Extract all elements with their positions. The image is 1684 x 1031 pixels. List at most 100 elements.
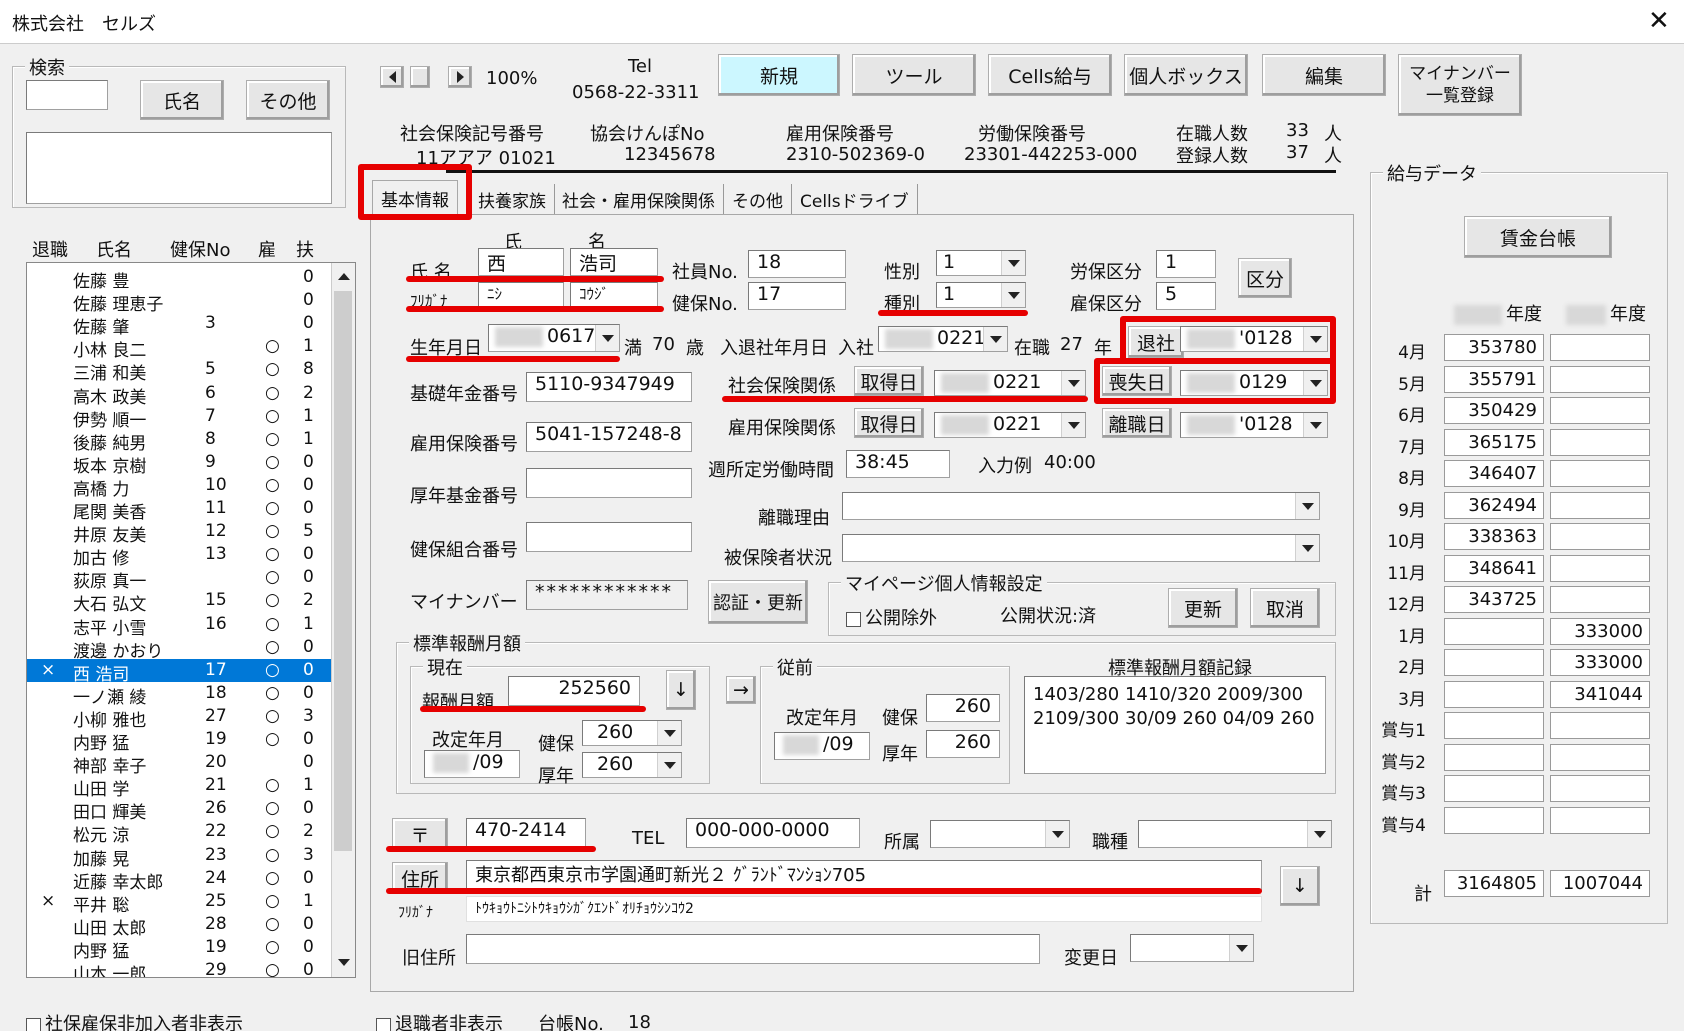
sex-select[interactable]: 1 bbox=[936, 250, 1026, 276]
list-item[interactable]: × 平井 聡 25 ○ 1 bbox=[27, 890, 333, 916]
salary-cell-b[interactable] bbox=[1550, 806, 1650, 834]
salary-cell-b[interactable] bbox=[1550, 743, 1650, 771]
list-item[interactable]: 佐藤 理恵子 0 bbox=[27, 289, 333, 315]
ei-no-field[interactable]: 5041-157248-8 bbox=[526, 422, 692, 452]
close-icon[interactable]: ✕ bbox=[1648, 6, 1670, 36]
edit-button[interactable]: 編集 bbox=[1262, 54, 1386, 96]
list-item[interactable]: 坂本 京樹 9 ○ 0 bbox=[27, 451, 333, 477]
first-name-field[interactable]: 浩司 bbox=[570, 248, 658, 276]
weekly-field[interactable]: 38:45 bbox=[846, 450, 950, 478]
salary-cell-a[interactable] bbox=[1444, 743, 1544, 771]
salary-cell-a[interactable]: 362494 bbox=[1444, 491, 1544, 519]
salary-cell-b[interactable]: 333000 bbox=[1550, 649, 1650, 676]
salary-cell-a[interactable]: 355791 bbox=[1444, 365, 1544, 393]
category-button[interactable]: 区分 bbox=[1238, 258, 1292, 298]
list-item[interactable]: 高木 政美 6 ○ 2 bbox=[27, 382, 333, 408]
list-item[interactable]: 佐藤 豊0 bbox=[27, 266, 333, 292]
salary-cell-b[interactable]: 341044 bbox=[1550, 680, 1650, 708]
ei-leave-select[interactable]: '0128 bbox=[1180, 412, 1328, 438]
salary-cell-b[interactable] bbox=[1550, 460, 1650, 487]
salary-cell-a[interactable]: 365175 bbox=[1444, 428, 1544, 456]
chevron-down-icon[interactable] bbox=[1295, 493, 1319, 519]
kounen-fund-field[interactable] bbox=[526, 468, 692, 498]
new-button[interactable]: 新規 bbox=[718, 54, 840, 96]
chevron-down-icon[interactable] bbox=[657, 753, 681, 777]
tab-insurance[interactable]: 社会・雇用保険関係 bbox=[554, 184, 724, 214]
union-field[interactable] bbox=[526, 522, 692, 552]
salary-cell-a[interactable] bbox=[1444, 649, 1544, 676]
search-results-box[interactable] bbox=[26, 132, 332, 204]
salary-cell-b[interactable] bbox=[1550, 334, 1650, 361]
salary-cell-b[interactable] bbox=[1550, 554, 1650, 582]
list-item[interactable]: 加藤 晃 23 ○ 3 bbox=[27, 844, 333, 870]
last-name-field[interactable]: 西 bbox=[478, 248, 564, 276]
list-item[interactable]: 伊勢 順一 7 ○ 1 bbox=[27, 405, 333, 431]
pay-field[interactable]: 252560 bbox=[508, 676, 640, 706]
prev-kounen-field[interactable]: 260 bbox=[926, 730, 1000, 758]
public-exclude-box[interactable] bbox=[846, 611, 861, 627]
pay-down-button[interactable]: ↓ bbox=[666, 670, 696, 710]
list-item[interactable]: 三浦 和美 5 ○ 8 bbox=[27, 358, 333, 384]
list-item[interactable]: 山本 一郎 29 ○ 0 bbox=[27, 959, 333, 977]
tab-dependents[interactable]: 扶養家族 bbox=[470, 184, 555, 214]
scroll-up-icon[interactable] bbox=[338, 273, 350, 280]
ei-acquire-select[interactable]: 0221 bbox=[934, 412, 1086, 438]
scroll-down-icon[interactable] bbox=[338, 959, 350, 966]
address-furigana-field[interactable]: ﾄｳｷｮｳﾄﾆｼﾄｳｷｮｳｼｶﾞｸｴﾝﾄﾞｵﾘﾁｮｳｼﾝｺｳ2 bbox=[466, 896, 1262, 922]
search-other-button[interactable]: その他 bbox=[246, 80, 330, 120]
salary-cell-b[interactable] bbox=[1550, 523, 1650, 550]
salary-cell-b[interactable] bbox=[1550, 712, 1650, 739]
zip-field[interactable]: 470-2414 bbox=[466, 818, 586, 848]
join-select[interactable]: 0221 bbox=[878, 326, 1008, 352]
list-item[interactable]: 渡邊 かおり ○ 0 bbox=[27, 636, 333, 662]
hide-retired-checkbox[interactable]: 退職者非表示 bbox=[376, 1010, 503, 1031]
chevron-down-icon[interactable] bbox=[1001, 251, 1025, 275]
list-item[interactable]: 山田 太郎 28 ○ 0 bbox=[27, 913, 333, 939]
chevron-down-icon[interactable] bbox=[595, 325, 619, 351]
salary-cell-b[interactable] bbox=[1550, 365, 1650, 393]
salary-cell-a[interactable]: 350429 bbox=[1444, 397, 1544, 424]
sep-reason-select[interactable] bbox=[842, 492, 1320, 520]
emp-cat-field[interactable]: 5 bbox=[1156, 282, 1216, 310]
salary-cell-b[interactable] bbox=[1550, 491, 1650, 519]
salary-cell-b[interactable] bbox=[1550, 428, 1650, 456]
si-acquire-select[interactable]: 0221 bbox=[934, 370, 1086, 396]
list-item[interactable]: 松元 涼 22 ○ 2 bbox=[27, 820, 333, 846]
salary-cell-b[interactable] bbox=[1550, 586, 1650, 613]
list-item[interactable]: 加古 修 13 ○ 0 bbox=[27, 543, 333, 569]
list-item[interactable]: 近藤 幸太郎 24 ○ 0 bbox=[27, 867, 333, 893]
chevron-down-icon[interactable] bbox=[1061, 371, 1085, 395]
chevron-down-icon[interactable] bbox=[657, 721, 681, 745]
salary-cell-b[interactable] bbox=[1550, 397, 1650, 424]
list-item[interactable]: 高橋 力 10 ○ 0 bbox=[27, 474, 333, 500]
salary-cell-a[interactable] bbox=[1444, 617, 1544, 645]
hi-no-field[interactable]: 17 bbox=[748, 282, 846, 310]
salary-cell-a[interactable] bbox=[1444, 680, 1544, 708]
salary-cell-a[interactable]: 353780 bbox=[1444, 334, 1544, 361]
emp-no-field[interactable]: 18 bbox=[748, 250, 846, 278]
prev-revised-field[interactable]: /09 bbox=[774, 732, 870, 760]
list-item[interactable]: 一ノ瀬 綾 18 ○ 0 bbox=[27, 682, 333, 708]
address-down-button[interactable]: ↓ bbox=[1280, 866, 1320, 906]
chevron-down-icon[interactable] bbox=[1229, 935, 1253, 961]
si-acquire-button[interactable]: 取得日 bbox=[854, 366, 924, 396]
chevron-down-icon[interactable] bbox=[1295, 535, 1319, 561]
copy-right-button[interactable]: → bbox=[726, 676, 756, 704]
old-address-field[interactable] bbox=[466, 934, 1040, 964]
birth-select[interactable]: 0617 bbox=[488, 324, 620, 352]
chevron-down-icon[interactable] bbox=[983, 327, 1007, 351]
hide-uninsured-box[interactable] bbox=[26, 1017, 41, 1031]
mynumber-field[interactable]: ************ bbox=[526, 580, 688, 610]
salary-cell-a[interactable]: 346407 bbox=[1444, 460, 1544, 487]
chevron-down-icon[interactable] bbox=[1045, 821, 1069, 847]
tab-other[interactable]: その他 bbox=[724, 184, 792, 214]
list-item[interactable]: 尾関 美香 11 ○ 0 bbox=[27, 497, 333, 523]
prev-kenpo-field[interactable]: 260 bbox=[926, 694, 1000, 722]
pension-field[interactable]: 5110-9347949 bbox=[526, 372, 692, 402]
list-item[interactable]: 後藤 純男 8 ○ 1 bbox=[27, 428, 333, 454]
insured-status-select[interactable] bbox=[842, 534, 1320, 562]
list-item[interactable]: 山田 学 21 ○ 1 bbox=[27, 774, 333, 800]
list-item[interactable]: × 西 浩司 17 ○ 0 bbox=[27, 658, 333, 685]
salary-cell-a[interactable] bbox=[1444, 806, 1544, 834]
list-item[interactable]: 志平 小雪 16 ○ 1 bbox=[27, 613, 333, 639]
